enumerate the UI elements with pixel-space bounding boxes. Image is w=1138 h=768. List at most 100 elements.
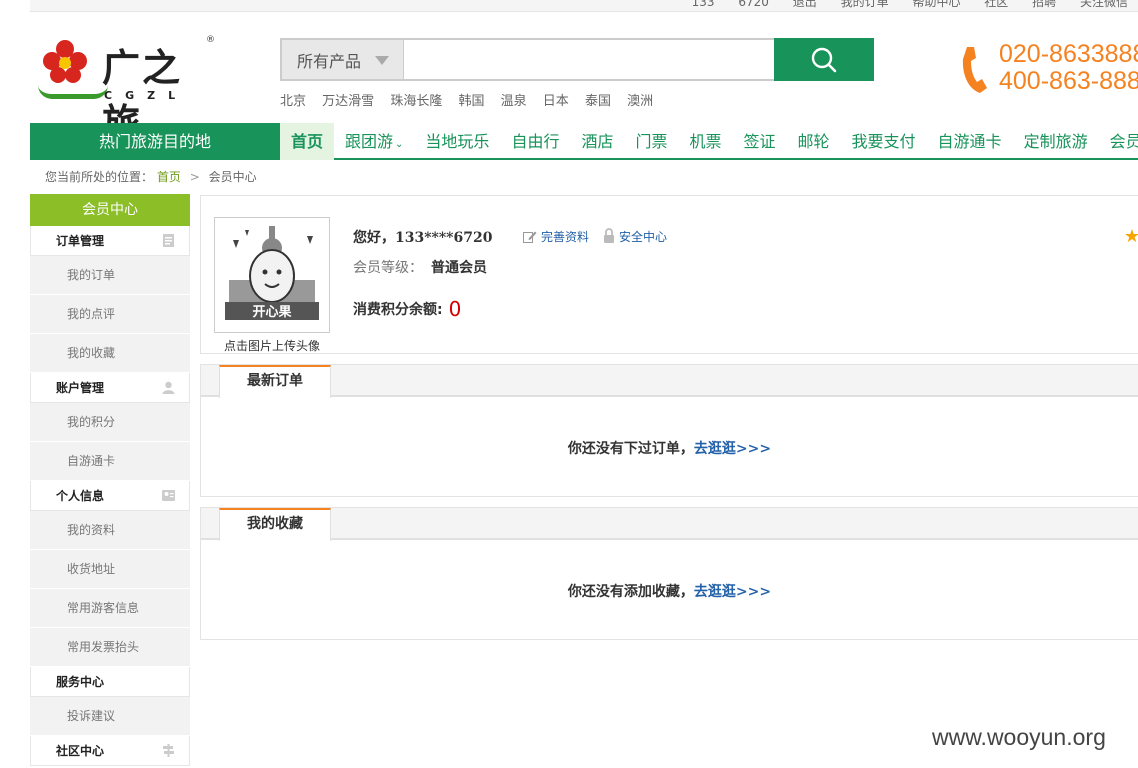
sidebar-group-account: 账户管理 bbox=[30, 373, 190, 403]
tab-latest-orders[interactable]: 最新订单 bbox=[219, 365, 331, 398]
flower-logo-icon bbox=[43, 40, 87, 83]
top-link[interactable]: 6720 bbox=[738, 0, 769, 9]
search-input[interactable] bbox=[404, 40, 774, 79]
greeting: 您好，133****6720 bbox=[353, 230, 493, 246]
nav-item-flights[interactable]: 机票 bbox=[678, 123, 732, 160]
breadcrumb-prefix: 您当前所处的位置： bbox=[45, 170, 154, 184]
nav-item-group-tour[interactable]: 跟团游 ⌄ bbox=[334, 123, 414, 160]
sidebar-item-address[interactable]: 收货地址 bbox=[30, 550, 190, 589]
nav-item-cruise[interactable]: 邮轮 bbox=[787, 123, 841, 160]
edit-icon bbox=[523, 231, 537, 243]
sidebar-group-label: 订单管理 bbox=[56, 234, 105, 248]
nav-item-visa[interactable]: 签证 bbox=[733, 123, 787, 160]
orders-empty-text: 你还没有下过订单， bbox=[567, 441, 694, 457]
hotword-link[interactable]: 温泉 bbox=[501, 94, 527, 109]
site-logo[interactable]: 广之旅 ® CGZL bbox=[38, 33, 218, 145]
sidebar-item-complaints[interactable]: 投诉建议 bbox=[30, 697, 190, 736]
sidebar-item-my-profile[interactable]: 我的资料 bbox=[30, 511, 190, 550]
avatar-image: 开心果 bbox=[215, 218, 329, 332]
tab-my-favorites[interactable]: 我的收藏 bbox=[219, 508, 331, 541]
sidebar-group-community: 社区中心 bbox=[30, 736, 190, 766]
orders-browse-link[interactable]: 去逛逛>>> bbox=[694, 441, 771, 457]
wechat-link[interactable]: 关注微信 bbox=[1080, 0, 1128, 9]
sidebar-item-my-points[interactable]: 我的积分 bbox=[30, 403, 190, 442]
search-button[interactable] bbox=[774, 38, 874, 81]
sidebar-group-label: 服务中心 bbox=[56, 675, 105, 689]
sidebar-item-travelers[interactable]: 常用游客信息 bbox=[30, 589, 190, 628]
hotword-link[interactable]: 日本 bbox=[543, 94, 569, 109]
favorites-panel: 我的收藏 你还没有添加收藏，去逛逛>>> bbox=[200, 507, 1138, 640]
breadcrumb-separator: > bbox=[189, 170, 200, 184]
nav-item-custom[interactable]: 定制旅游 bbox=[1013, 123, 1099, 160]
search-category-select[interactable]: 所有产品 bbox=[282, 40, 404, 79]
sidebar-item-my-orders[interactable]: 我的订单 bbox=[30, 256, 190, 295]
document-icon bbox=[163, 234, 174, 247]
breadcrumb-home-link[interactable]: 首页 bbox=[157, 170, 181, 184]
orders-tabbar: 最新订单 bbox=[201, 365, 1138, 398]
sidebar-group-personal: 个人信息 bbox=[30, 481, 190, 511]
hotline-number-2: 400-863-8888 bbox=[999, 67, 1138, 95]
community-link[interactable]: 社区 bbox=[984, 0, 1008, 9]
favorites-browse-link[interactable]: 去逛逛>>> bbox=[694, 584, 771, 600]
top-link[interactable]: 133 bbox=[692, 0, 715, 9]
chevron-down-icon: ⌄ bbox=[395, 139, 404, 150]
sidebar-group-label: 账户管理 bbox=[56, 381, 105, 395]
breadcrumb: 您当前所处的位置： 首页 > 会员中心 bbox=[45, 168, 257, 185]
logo-swoosh bbox=[38, 85, 108, 99]
hot-destinations-button[interactable]: 热门旅游目的地 bbox=[30, 123, 280, 160]
logo-registered-mark: ® bbox=[206, 35, 215, 45]
nav-item-tickets[interactable]: 门票 bbox=[624, 123, 678, 160]
security-center-label: 安全中心 bbox=[619, 230, 668, 244]
orders-empty-message: 你还没有下过订单，去逛逛>>> bbox=[201, 438, 1138, 458]
hotword-link[interactable]: 泰国 bbox=[585, 94, 611, 109]
sidebar-group-label: 个人信息 bbox=[56, 489, 105, 503]
hotword-link[interactable]: 澳洲 bbox=[627, 94, 653, 109]
hotword-link[interactable]: 珠海长隆 bbox=[390, 94, 442, 109]
complete-profile-link[interactable]: 完善资料 bbox=[523, 228, 589, 245]
nav-items: 首页 跟团游 ⌄ 当地玩乐 自由行 酒店 门票 机票 签证 邮轮 我要支付 自游通… bbox=[280, 123, 1138, 160]
nav-item-free-travel[interactable]: 自由行 bbox=[500, 123, 570, 160]
breadcrumb-current: 会员中心 bbox=[208, 170, 257, 184]
dropdown-arrow-icon bbox=[375, 56, 389, 65]
jobs-link[interactable]: 招聘 bbox=[1032, 0, 1056, 9]
points-balance: 消费积分余额: 0 bbox=[353, 297, 461, 321]
avatar[interactable]: 开心果 bbox=[214, 217, 330, 333]
avatar-upload-caption[interactable]: 点击图片上传头像 bbox=[214, 337, 330, 354]
sidebar-item-travel-card[interactable]: 自游通卡 bbox=[30, 442, 190, 481]
logo-letters: CGZL bbox=[104, 89, 189, 102]
favorites-tabbar: 我的收藏 bbox=[201, 508, 1138, 541]
logout-link[interactable]: 退出 bbox=[793, 0, 817, 9]
nav-item-travel-card[interactable]: 自游通卡 bbox=[927, 123, 1013, 160]
help-link[interactable]: 帮助中心 bbox=[912, 0, 960, 9]
hotword-link[interactable]: 韩国 bbox=[458, 94, 484, 109]
sidebar-group-service: 服务中心 bbox=[30, 667, 190, 697]
main-nav: 热门旅游目的地 首页 跟团游 ⌄ 当地玩乐 自由行 酒店 门票 机票 签证 邮轮 … bbox=[30, 123, 1138, 160]
sidebar-item-invoice[interactable]: 常用发票抬头 bbox=[30, 628, 190, 667]
nav-item-hotel[interactable]: 酒店 bbox=[570, 123, 624, 160]
top-bar: 133 6720 退出 我的订单 帮助中心 社区 招聘 关注微信 bbox=[30, 0, 1138, 12]
nav-item-home[interactable]: 首页 bbox=[280, 123, 335, 160]
hotline-number-1: 020-86338888 bbox=[999, 40, 1138, 68]
search-icon bbox=[811, 47, 837, 72]
hotword-link[interactable]: 万达滑雪 bbox=[322, 94, 374, 109]
profile-card: 开心果 点击图片上传头像 您好，133****6720 完善资料 安全中心 会员… bbox=[200, 195, 1138, 354]
my-orders-link[interactable]: 我的订单 bbox=[841, 0, 889, 9]
hotline: 020-86338888 400-863-8888 bbox=[955, 40, 1138, 100]
security-center-link[interactable]: 安全中心 bbox=[603, 228, 667, 245]
member-level: 会员等级： 普通会员 bbox=[353, 257, 487, 277]
nav-item-pay[interactable]: 我要支付 bbox=[841, 123, 927, 160]
user-icon bbox=[162, 381, 175, 394]
hotword-link[interactable]: 北京 bbox=[280, 94, 306, 109]
signpost-icon bbox=[163, 744, 174, 757]
member-level-label: 会员等级： bbox=[353, 260, 423, 276]
sidebar-item-my-favorites[interactable]: 我的收藏 bbox=[30, 334, 190, 373]
nav-item-local[interactable]: 当地玩乐 bbox=[414, 123, 500, 160]
points-label: 消费积分余额: bbox=[353, 302, 443, 318]
phone-icon bbox=[962, 47, 987, 93]
latest-orders-panel: 最新订单 你还没有下过订单，去逛逛>>> bbox=[200, 364, 1138, 497]
search-category-label: 所有产品 bbox=[297, 51, 362, 71]
contact-card-icon bbox=[162, 490, 175, 501]
member-level-value: 普通会员 bbox=[431, 260, 487, 276]
sidebar-item-my-reviews[interactable]: 我的点评 bbox=[30, 295, 190, 334]
nav-item-member[interactable]: 会员 bbox=[1099, 123, 1138, 160]
